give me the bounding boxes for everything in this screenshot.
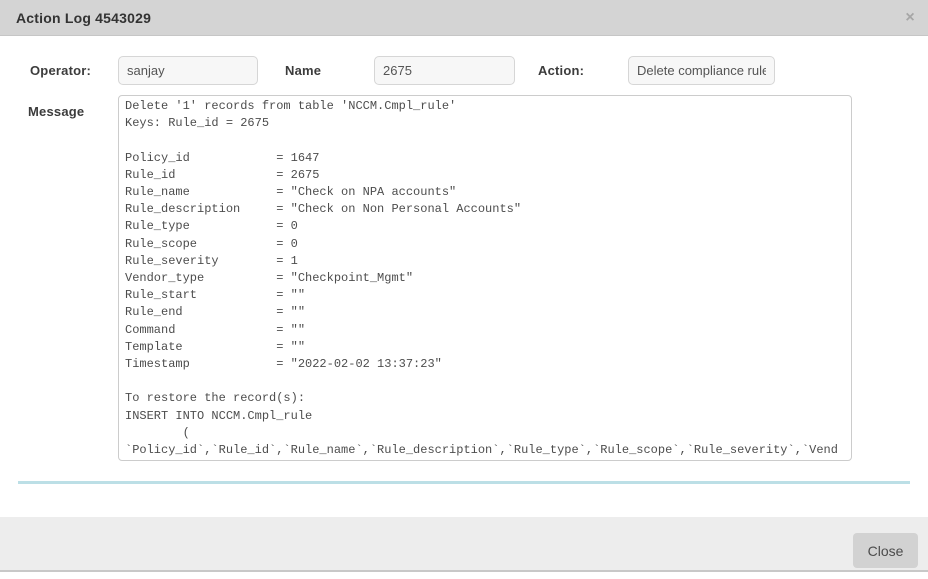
dialog-title: Action Log 4543029 xyxy=(16,0,151,36)
message-label: Message xyxy=(28,104,84,119)
action-log-dialog: Action Log 4543029 × Operator: Name Acti… xyxy=(0,0,928,579)
name-label: Name xyxy=(285,63,321,78)
close-icon[interactable]: × xyxy=(899,0,921,35)
action-label: Action: xyxy=(538,63,584,78)
message-textarea[interactable]: Delete '1' records from table 'NCCM.Cmpl… xyxy=(118,95,852,461)
name-input[interactable] xyxy=(374,56,515,85)
dialog-header: Action Log 4543029 × xyxy=(0,0,928,36)
divider xyxy=(18,481,910,484)
close-button[interactable]: Close xyxy=(853,533,918,568)
operator-input[interactable] xyxy=(118,56,258,85)
dialog-footer: Close xyxy=(0,517,928,572)
operator-label: Operator: xyxy=(30,63,91,78)
action-input[interactable] xyxy=(628,56,775,85)
